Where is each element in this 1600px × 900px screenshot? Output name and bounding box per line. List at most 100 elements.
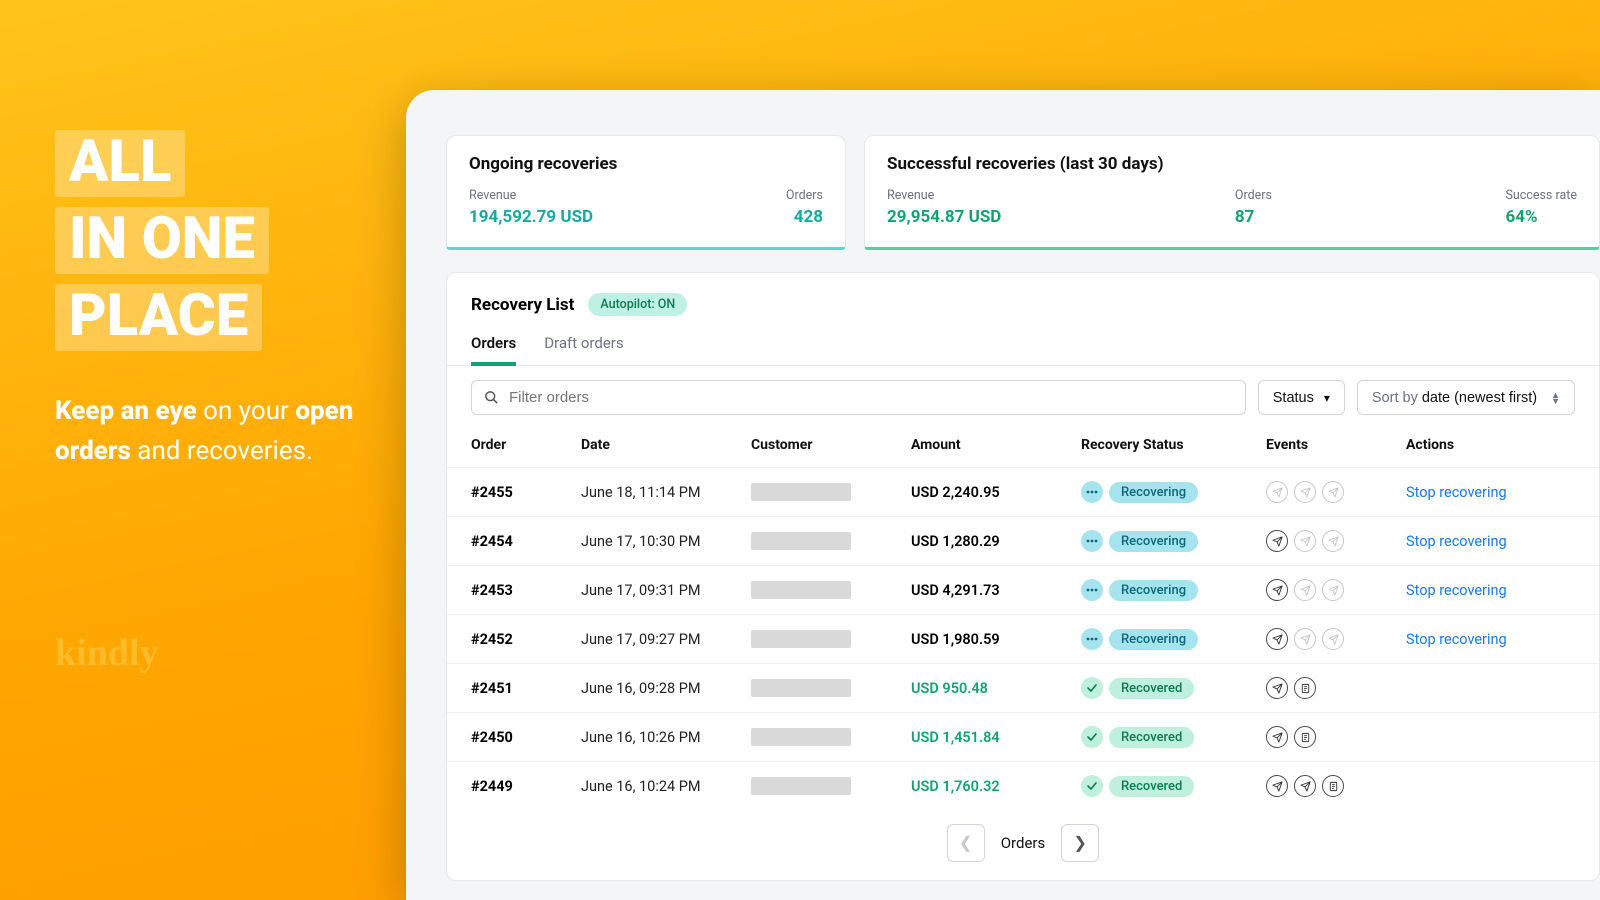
cell-events [1266,775,1406,797]
cell-customer [751,679,911,697]
cell-date: June 17, 10:30 PM [581,533,751,550]
app-window: Ongoing recoveries Revenue 194,592.79 US… [406,90,1600,900]
filter-orders-field[interactable] [471,380,1246,415]
recovered-icon [1081,726,1103,748]
recovering-icon [1081,530,1103,552]
successful-revenue-label: Revenue [887,188,1001,203]
ongoing-title: Ongoing recoveries [469,154,823,174]
send-event-icon [1294,481,1316,503]
cell-amount: USD 1,451.84 [911,729,1081,746]
cell-status: Recovered [1081,677,1266,699]
search-icon [484,390,499,405]
recovered-icon [1081,775,1103,797]
sort-icon: ▲▼ [1551,392,1560,404]
customer-redacted [751,483,851,501]
successful-revenue-value: 29,954.87 USD [887,207,1001,227]
send-event-icon [1266,579,1288,601]
col-date: Date [581,437,751,453]
send-event-icon [1266,530,1288,552]
chevron-right-icon: ❯ [1074,833,1087,853]
successful-orders-value: 87 [1235,207,1272,227]
tab-orders[interactable]: Orders [471,334,516,366]
cell-amount: USD 4,291.73 [911,582,1081,599]
cell-order[interactable]: #2449 [471,778,581,795]
ongoing-revenue-label: Revenue [469,188,593,203]
table-row: #2451 June 16, 09:28 PM USD 950.48 Recov… [447,663,1599,712]
filter-orders-input[interactable] [509,389,1233,406]
promo-line-1: ALL [55,130,185,197]
cell-events [1266,579,1406,601]
customer-redacted [751,581,851,599]
cell-status: Recovering [1081,628,1266,650]
stop-recovering-link[interactable]: Stop recovering [1406,533,1507,550]
status-pill: Recovered [1109,727,1194,748]
cell-amount: USD 1,280.29 [911,533,1081,550]
cell-order[interactable]: #2453 [471,582,581,599]
table-row: #2450 June 16, 10:26 PM USD 1,451.84 Rec… [447,712,1599,761]
promo-line-3: PLACE [55,284,262,351]
tab-draft-orders[interactable]: Draft orders [544,334,623,365]
cell-customer [751,777,911,795]
pager-label: Orders [1001,834,1046,852]
ongoing-orders-label: Orders [786,188,823,203]
cell-customer [751,581,911,599]
cell-customer [751,532,911,550]
send-event-icon [1294,628,1316,650]
cell-order[interactable]: #2450 [471,729,581,746]
col-status: Recovery Status [1081,437,1266,453]
autopilot-badge: Autopilot: ON [588,293,687,316]
status-filter-button[interactable]: Status [1258,380,1345,415]
promo-panel: ALL IN ONE PLACE Keep an eye on your ope… [55,130,385,675]
order-event-icon [1294,726,1316,748]
stop-recovering-link[interactable]: Stop recovering [1406,582,1507,599]
status-pill: Recovered [1109,678,1194,699]
status-pill: Recovered [1109,776,1194,797]
cell-customer [751,483,911,501]
cell-events [1266,726,1406,748]
order-event-icon [1294,677,1316,699]
cell-amount: USD 1,760.32 [911,778,1081,795]
ongoing-orders-value: 428 [786,207,823,227]
recovering-icon [1081,481,1103,503]
cell-date: June 16, 10:24 PM [581,778,751,795]
table-row: #2449 June 16, 10:24 PM USD 1,760.32 Rec… [447,761,1599,810]
cell-status: Recovering [1081,481,1266,503]
order-event-icon [1322,775,1344,797]
recovery-list-panel: Recovery List Autopilot: ON Orders Draft… [446,272,1600,881]
table-header: Order Date Customer Amount Recovery Stat… [447,423,1599,467]
stop-recovering-link[interactable]: Stop recovering [1406,631,1507,648]
send-event-icon [1322,628,1344,650]
next-page-button[interactable]: ❯ [1061,824,1099,862]
table-row: #2455 June 18, 11:14 PM USD 2,240.95 Rec… [447,467,1599,516]
col-actions: Actions [1406,437,1600,453]
cell-order[interactable]: #2452 [471,631,581,648]
cell-actions: Stop recovering [1406,533,1600,550]
stop-recovering-link[interactable]: Stop recovering [1406,484,1507,501]
status-pill: Recovering [1109,580,1198,601]
send-event-icon [1294,579,1316,601]
cell-status: Recovering [1081,530,1266,552]
send-event-icon [1266,628,1288,650]
customer-redacted [751,630,851,648]
status-pill: Recovering [1109,482,1198,503]
cell-date: June 16, 10:26 PM [581,729,751,746]
cell-events [1266,628,1406,650]
send-event-icon [1294,530,1316,552]
prev-page-button[interactable]: ❮ [947,824,985,862]
successful-orders-label: Orders [1235,188,1272,203]
sort-button[interactable]: Sort by date (newest first) ▲▼ [1357,380,1575,415]
recovered-icon [1081,677,1103,699]
cell-order[interactable]: #2451 [471,680,581,697]
recovering-icon [1081,579,1103,601]
cell-customer [751,630,911,648]
successful-rate-label: Success rate [1505,188,1577,203]
customer-redacted [751,532,851,550]
cell-date: June 17, 09:31 PM [581,582,751,599]
successful-title: Successful recoveries (last 30 days) [887,154,1577,174]
cell-date: June 18, 11:14 PM [581,484,751,501]
send-event-icon [1294,775,1316,797]
cell-order[interactable]: #2454 [471,533,581,550]
successful-recoveries-card: Successful recoveries (last 30 days) Rev… [864,135,1600,250]
cell-amount: USD 1,980.59 [911,631,1081,648]
cell-order[interactable]: #2455 [471,484,581,501]
